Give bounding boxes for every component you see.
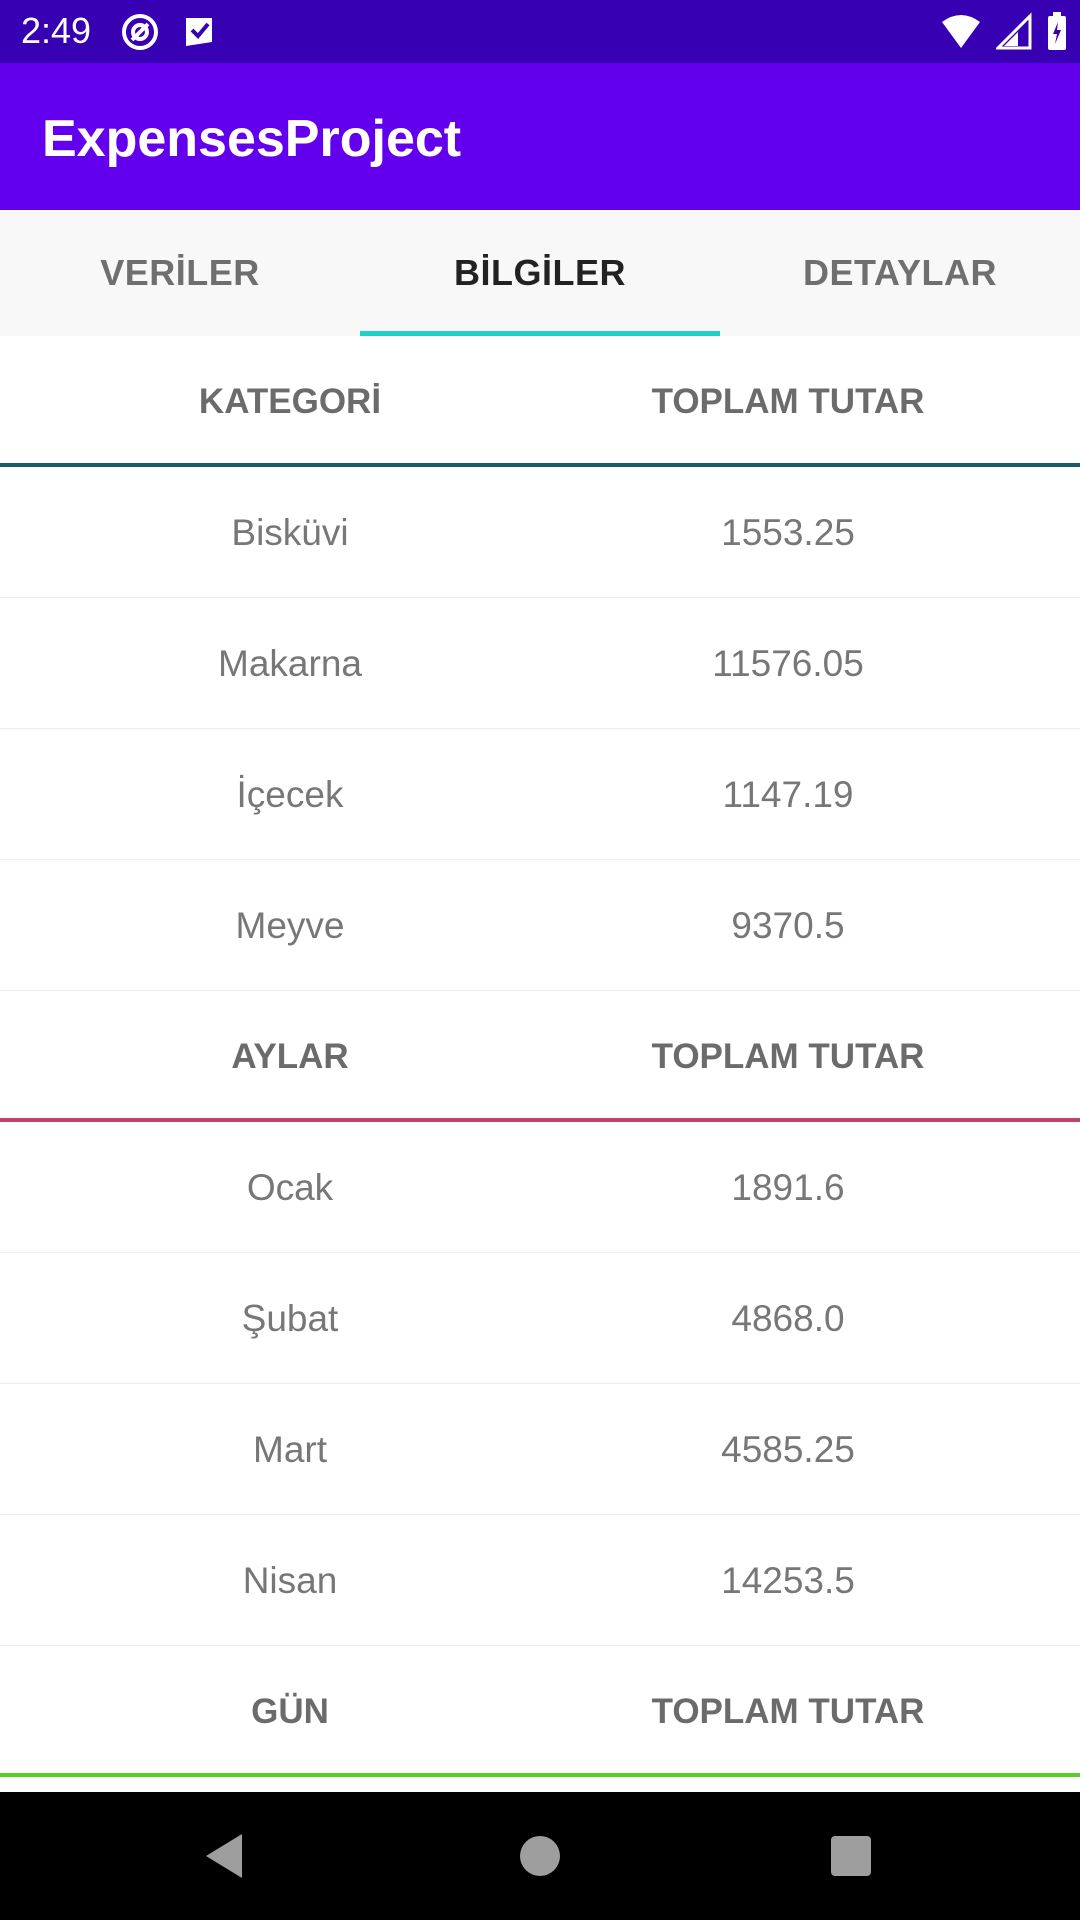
category-cell: İçecek <box>236 773 344 815</box>
signal-icon <box>996 12 1032 50</box>
at-sign-icon <box>122 14 158 50</box>
back-icon[interactable] <box>198 1828 254 1884</box>
system-nav-bar <box>0 1792 1080 1920</box>
section-divider <box>0 1773 1080 1777</box>
month-cell: Ocak <box>246 1166 334 1208</box>
app-title: ExpensesProject <box>42 110 462 168</box>
amount-cell: 11576.05 <box>712 642 864 684</box>
status-time: 2:49 <box>21 10 92 51</box>
table-row: Nisan 14253.5 <box>0 1515 1080 1646</box>
table-row: Ocak 1891.6 <box>0 1122 1080 1253</box>
battery-icon <box>1048 12 1066 50</box>
column-header: AYLAR <box>231 1036 349 1076</box>
column-header: GÜN <box>251 1691 329 1731</box>
amount-cell: 9370.5 <box>731 904 845 946</box>
column-header: TOPLAM TUTAR <box>651 1691 925 1731</box>
amount-cell: 1147.19 <box>722 773 854 815</box>
month-cell: Şubat <box>241 1297 339 1339</box>
month-cell: Mart <box>253 1428 327 1470</box>
table-row: Meyve 9370.5 <box>0 860 1080 991</box>
tab-detaylar[interactable]: DETAYLAR <box>720 210 1080 336</box>
wifi-icon <box>942 15 980 48</box>
app-bar: ExpensesProject <box>0 63 1080 210</box>
tab-bar: VERİLER BİLGİLER DETAYLAR <box>0 210 1080 336</box>
info-list[interactable]: KATEGORİ TOPLAM TUTAR Bisküvi 1553.25 Ma… <box>0 336 1080 1777</box>
category-cell: Meyve <box>235 904 345 946</box>
tab-bilgiler[interactable]: BİLGİLER <box>360 210 720 336</box>
table-row: İçecek 1147.19 <box>0 729 1080 860</box>
category-cell: Bisküvi <box>231 511 349 553</box>
play-protect-icon <box>186 18 212 46</box>
section-header-kategori: KATEGORİ TOPLAM TUTAR <box>0 336 1080 467</box>
table-row: Bisküvi 1553.25 <box>0 467 1080 598</box>
home-icon[interactable] <box>512 1828 568 1884</box>
amount-cell: 14253.5 <box>721 1559 855 1601</box>
month-cell: Nisan <box>242 1559 338 1601</box>
amount-cell: 4585.25 <box>721 1428 855 1470</box>
amount-cell: 4868.0 <box>731 1297 845 1339</box>
column-header: TOPLAM TUTAR <box>651 1036 925 1076</box>
column-header: KATEGORİ <box>198 381 382 421</box>
section-header-aylar: AYLAR TOPLAM TUTAR <box>0 991 1080 1122</box>
table-row: Şubat 4868.0 <box>0 1253 1080 1384</box>
category-cell: Makarna <box>218 642 362 684</box>
tab-label: DETAYLAR <box>802 252 998 293</box>
section-header-gun: GÜN TOPLAM TUTAR <box>0 1646 1080 1777</box>
table-row: Mart 4585.25 <box>0 1384 1080 1515</box>
amount-cell: 1553.25 <box>721 511 855 553</box>
table-row: Makarna 11576.05 <box>0 598 1080 729</box>
amount-cell: 1891.6 <box>731 1166 845 1208</box>
tab-label: BİLGİLER <box>454 252 626 293</box>
tab-label: VERİLER <box>100 252 260 293</box>
column-header: TOPLAM TUTAR <box>651 381 925 421</box>
tab-veriler[interactable]: VERİLER <box>0 210 360 336</box>
recents-icon[interactable] <box>823 1828 879 1884</box>
status-bar: 2:49 <box>0 0 1080 63</box>
